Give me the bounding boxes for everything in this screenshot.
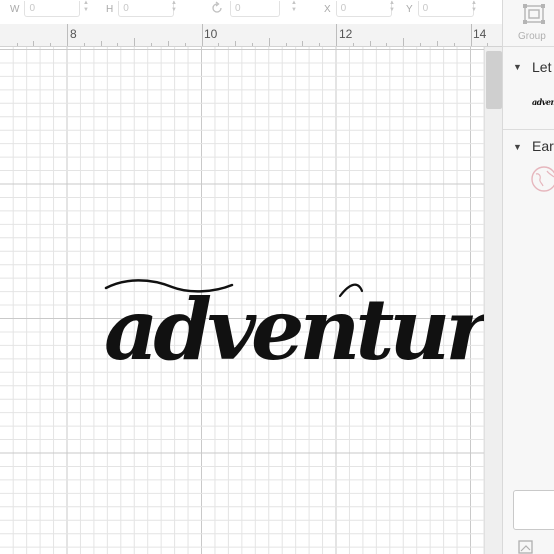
y-label: Y [406,3,413,15]
design-text: adventure [104,280,484,379]
layer-lettering-title: Let [532,59,552,75]
ruler-tick [319,43,321,46]
ruler-tick [285,43,287,46]
ruler-label-10: 10 [204,27,218,41]
group-icon [523,4,545,29]
y-stepper[interactable]: ▲ ▼ [470,0,478,16]
layer-lettering-thumbnail: adventure [532,97,554,107]
ruler-tick [151,43,153,46]
ruler-tick [235,41,237,46]
rotate-input[interactable]: 0 [230,1,280,17]
layers-panel: Group ▼ Let adventure ▼ Ear [502,0,554,554]
ruler-tick [184,43,186,46]
scrollbar-thumb[interactable] [486,51,502,109]
edit-toolbar: W 0 ▲ ▼ H 0 ▲ ▼ 0 ▲ ▼ X 0 ▲ ▼ Y 0 ▲ ▼ [0,0,502,25]
layer-earth[interactable]: ▼ Ear [503,130,554,210]
ruler-tick [201,24,203,46]
layer-lettering[interactable]: ▼ Let adventure [503,47,554,129]
caret-down-icon[interactable]: ▼ [513,62,522,72]
x-label: X [324,3,331,15]
y-input[interactable]: 0 [417,1,474,17]
ruler-tick [251,43,253,46]
ruler-tick [336,24,337,46]
ruler-label-14: 14 [473,27,487,41]
ruler-tick [100,41,102,46]
ruler-tick [369,41,371,46]
ruler-tick [420,43,422,46]
bottom-layer-box[interactable] [513,490,554,530]
y-position-field[interactable]: Y 0 [406,0,474,18]
height-label: H [106,3,114,15]
width-stepper[interactable]: ▲ ▼ [82,0,90,16]
group-button[interactable]: Group [503,0,554,46]
ruler-tick [117,43,119,46]
ruler-tick [386,43,388,46]
width-field[interactable]: W 0 [10,0,81,18]
rotate-icon [210,0,224,18]
layer-earth-title: Ear [532,138,554,154]
ruler-tick [33,41,35,46]
ruler-tick [487,43,489,46]
ruler-tick [50,43,52,46]
height-field[interactable]: H 0 [106,0,175,18]
design-canvas[interactable]: adventure [0,47,484,554]
ruler-tick [134,38,136,46]
horizontal-ruler: 8 10 12 14 [0,24,502,47]
canvas-icon[interactable] [518,540,534,554]
ruler-tick [167,41,169,46]
rotate-stepper[interactable]: ▲ ▼ [290,0,298,16]
adventure-design[interactable]: adventure [0,47,484,554]
ruler-label-8: 8 [70,27,77,41]
ruler-tick [67,24,68,46]
x-input[interactable]: 0 [335,1,392,17]
earth-icon [530,165,554,198]
caret-down-icon[interactable]: ▼ [513,142,522,152]
width-input[interactable]: 0 [24,1,81,17]
ruler-tick [16,43,18,46]
ruler-label-12: 12 [339,27,353,41]
x-stepper[interactable]: ▲ ▼ [388,0,396,16]
group-label: Group [518,31,546,42]
ruler-tick [453,43,455,46]
ruler-tick [352,43,354,46]
x-position-field[interactable]: X 0 [324,0,392,18]
height-stepper[interactable]: ▲ ▼ [170,0,178,16]
height-input[interactable]: 0 [118,1,175,17]
rotate-field[interactable]: 0 [210,0,280,18]
ruler-tick [302,41,304,46]
ruler-tick [83,43,85,46]
width-label: W [10,3,20,15]
ruler-tick [403,38,405,46]
ruler-tick [470,24,472,46]
ruler-tick [268,38,270,46]
vertical-scrollbar[interactable] [484,47,503,554]
ruler-tick [218,43,220,46]
ruler-tick [436,41,438,46]
